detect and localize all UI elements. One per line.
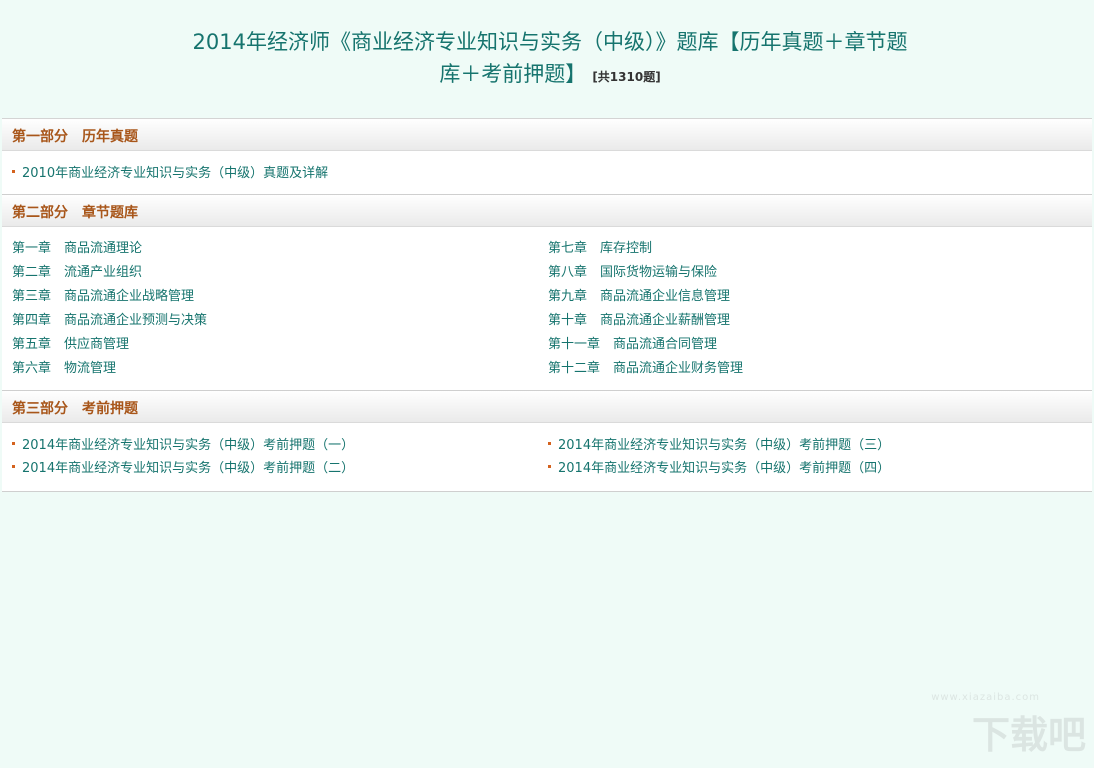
content-box: 第一部分 历年真题 2010年商业经济专业知识与实务（中级）真题及详解 第二部分…	[2, 118, 1092, 492]
title-line-2: 库＋考前押题】 [共1310题]	[150, 58, 950, 93]
link-label: 2014年商业经济专业知识与实务（中级）考前押题（三）	[558, 438, 891, 453]
chapter-link-6[interactable]: 第六章 物流管理	[12, 360, 116, 378]
link-past-exam-2010[interactable]: 2010年商业经济专业知识与实务（中级）真题及详解	[12, 165, 328, 183]
bullet-icon	[12, 465, 15, 468]
title-line-2-text: 库＋考前押题】	[439, 62, 587, 86]
link-label: 2014年商业经济专业知识与实务（中级）考前押题（二）	[22, 461, 355, 476]
bullet-icon	[12, 170, 15, 173]
mock-exam-link-1[interactable]: 2014年商业经济专业知识与实务（中级）考前押题（一）	[12, 437, 354, 455]
chapter-link-1[interactable]: 第一章 商品流通理论	[12, 240, 142, 258]
chapter-link-9[interactable]: 第九章 商品流通企业信息管理	[548, 288, 730, 306]
watermark-logo: www.xiazaiba.com 下载吧	[931, 692, 1086, 757]
section-title: 第二部分 章节题库	[12, 205, 138, 221]
section-title: 第三部分 考前押题	[12, 401, 138, 417]
chapter-link-11[interactable]: 第十一章 商品流通合同管理	[548, 336, 717, 354]
question-count: [共1310题]	[592, 70, 661, 84]
section-header-past-exams: 第一部分 历年真题	[2, 119, 1092, 151]
chapter-link-12[interactable]: 第十二章 商品流通企业财务管理	[548, 360, 743, 378]
page-header: 2014年经济师《商业经济专业知识与实务（中级）》题库【历年真题＋章节题 库＋考…	[0, 0, 1094, 118]
mock-exam-link-3[interactable]: 2014年商业经济专业知识与实务（中级）考前押题（三）	[548, 437, 890, 455]
watermark-url: www.xiazaiba.com	[931, 692, 1040, 703]
title-line-1: 2014年经济师《商业经济专业知识与实务（中级）》题库【历年真题＋章节题	[192, 30, 908, 54]
link-label: 2014年商业经济专业知识与实务（中级）考前押题（一）	[22, 438, 355, 453]
link-label: 2010年商业经济专业知识与实务（中级）真题及详解	[22, 166, 329, 181]
chapter-link-2[interactable]: 第二章 流通产业组织	[12, 264, 142, 282]
section-title: 第一部分 历年真题	[12, 129, 138, 145]
chapter-link-7[interactable]: 第七章 库存控制	[548, 240, 652, 258]
page-title: 2014年经济师《商业经济专业知识与实务（中级）》题库【历年真题＋章节题 库＋考…	[150, 26, 950, 93]
section-header-chapters: 第二部分 章节题库	[2, 194, 1092, 227]
chapter-link-5[interactable]: 第五章 供应商管理	[12, 336, 129, 354]
link-label: 2014年商业经济专业知识与实务（中级）考前押题（四）	[558, 461, 891, 476]
mock-exam-link-4[interactable]: 2014年商业经济专业知识与实务（中级）考前押题（四）	[548, 460, 890, 478]
chapter-link-10[interactable]: 第十章 商品流通企业薪酬管理	[548, 312, 730, 330]
bullet-icon	[548, 465, 551, 468]
mock-exam-link-2[interactable]: 2014年商业经济专业知识与实务（中级）考前押题（二）	[12, 460, 354, 478]
bullet-icon	[12, 442, 15, 445]
chapter-link-3[interactable]: 第三章 商品流通企业战略管理	[12, 288, 194, 306]
chapter-link-4[interactable]: 第四章 商品流通企业预测与决策	[12, 312, 207, 330]
watermark-brand: 下载吧	[971, 713, 1086, 757]
section-header-mock-exams: 第三部分 考前押题	[2, 390, 1092, 423]
chapter-link-8[interactable]: 第八章 国际货物运输与保险	[548, 264, 717, 282]
bullet-icon	[548, 442, 551, 445]
